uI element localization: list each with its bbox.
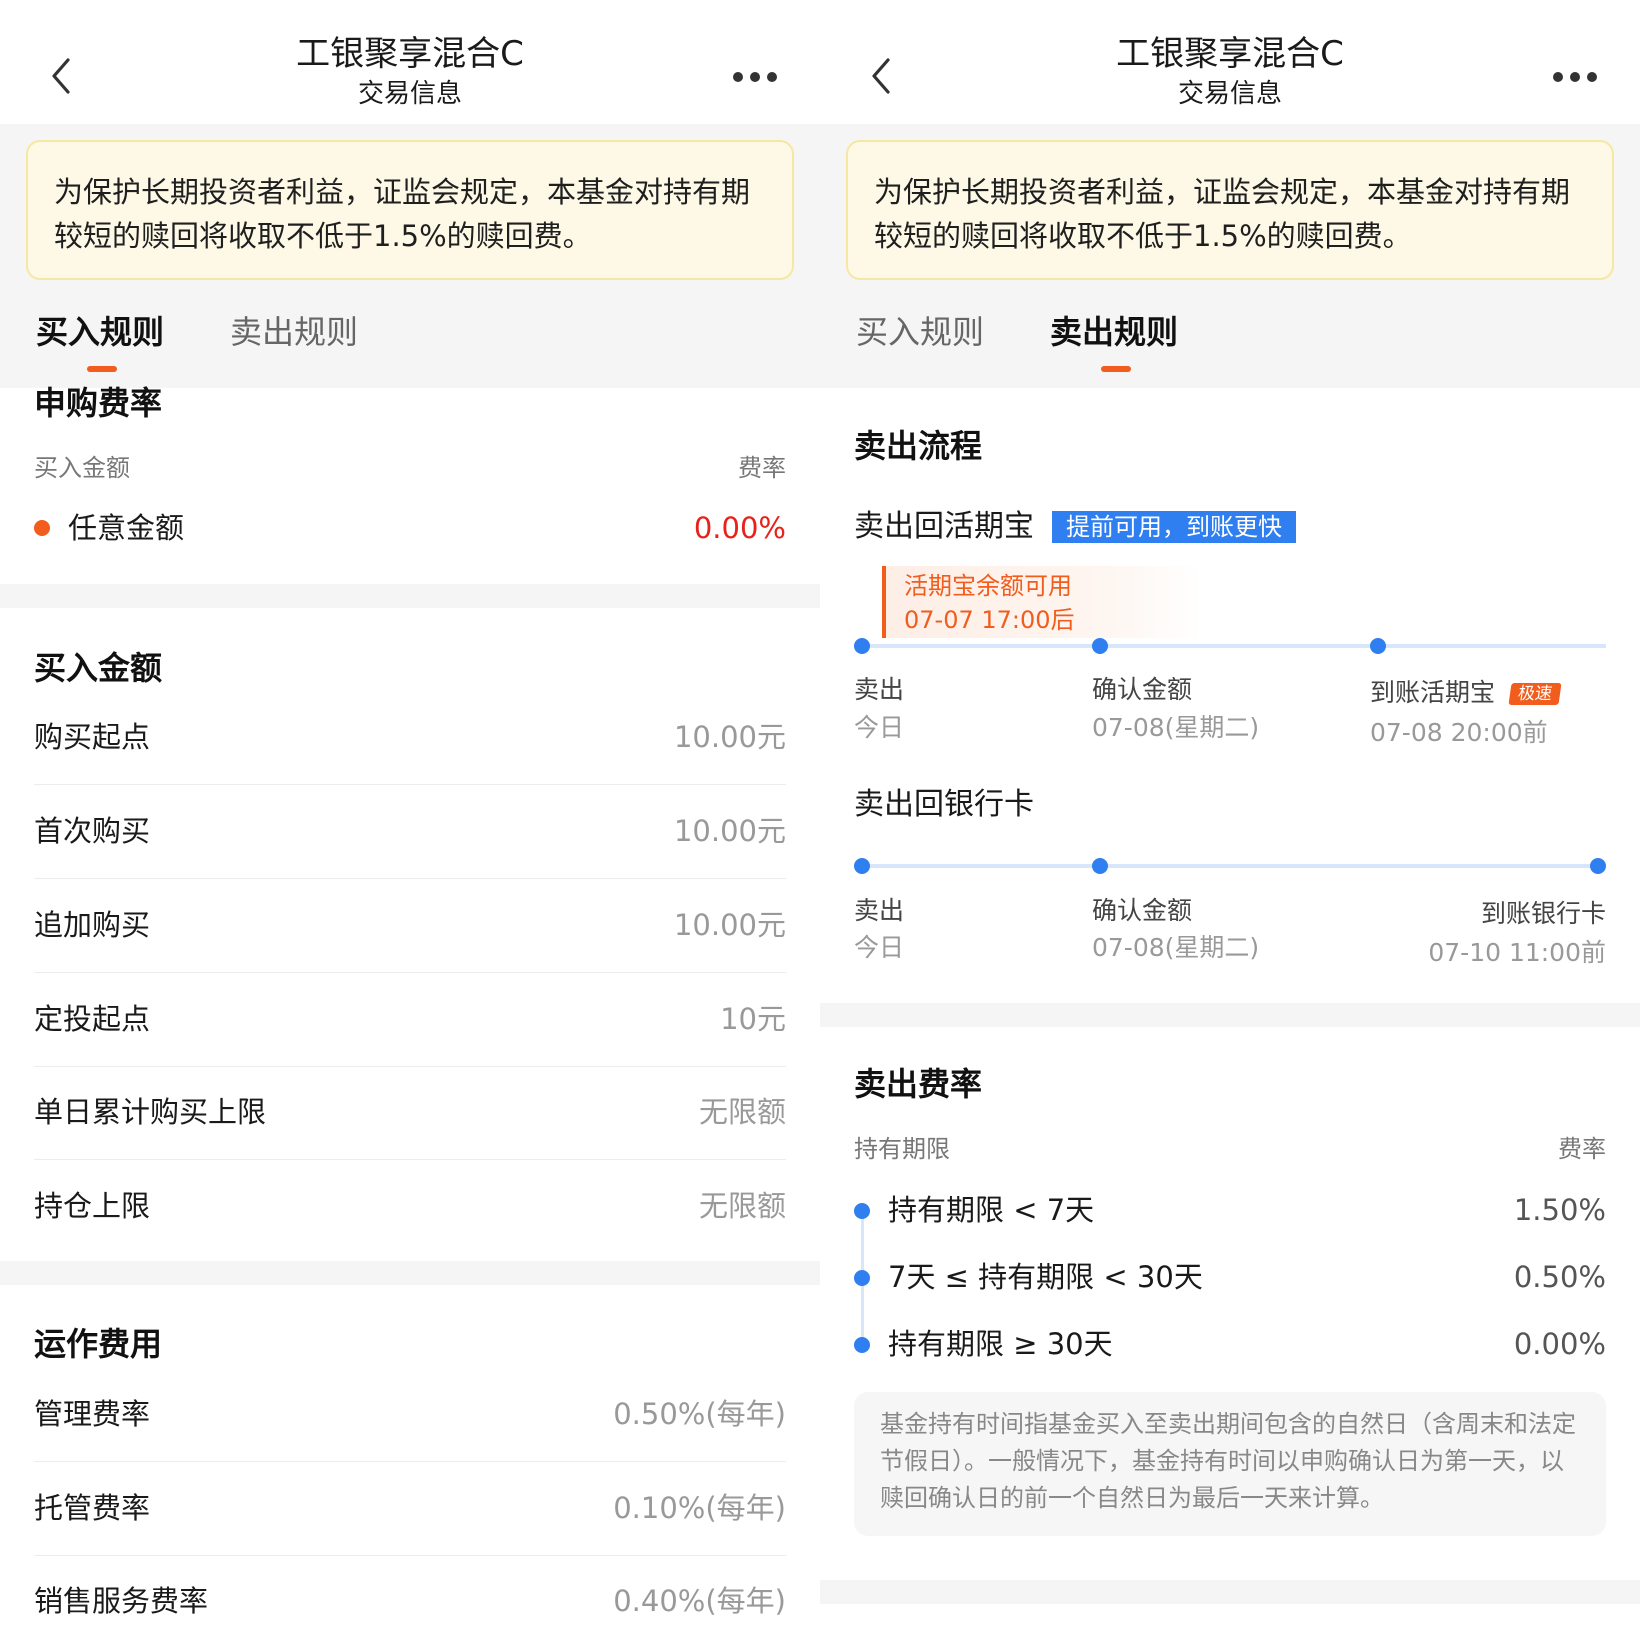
buy-amount-title: 买入金额 (34, 649, 163, 687)
fee-row-label-7to30: 7天 ≤ 持有期限 < 30天 (888, 1260, 1203, 1294)
row-divider (34, 784, 786, 785)
sell-process-title: 卖出流程 (854, 427, 983, 465)
row-value-auto-invest-min: 10元 (720, 1002, 786, 1036)
row-divider (34, 1159, 786, 1160)
redemption-notice: 为保护长期投资者利益，证监会规定，本基金对持有期较短的赎回将收取不低于1.5%的… (846, 140, 1614, 280)
row-divider (34, 1066, 786, 1067)
step-sub-arrive-bank: 07-10 11:00前 (1428, 938, 1606, 967)
col-fee-rate: 费率 (1558, 1135, 1606, 1163)
step-sub-confirm: 07-08(星期二) (1092, 933, 1260, 962)
step-dot-arrive (1590, 858, 1606, 874)
step-dot-confirm (1092, 858, 1108, 874)
step-dot-confirm (1092, 638, 1108, 654)
progress-track (862, 864, 1598, 868)
purchase-fee-title: 申购费率 (34, 384, 163, 422)
row-label-daily-limit: 单日累计购买上限 (34, 1095, 267, 1129)
step-sub-confirm: 07-08(星期二) (1092, 713, 1260, 742)
row-label-first-purchase: 首次购买 (34, 814, 151, 848)
row-value-custody-fee: 0.10%(每年) (613, 1491, 786, 1525)
section-divider (820, 1003, 1640, 1027)
row-value-additional-purchase: 10.00元 (673, 908, 786, 942)
row-label-additional-purchase: 追加购买 (34, 908, 151, 942)
fee-row-value: 0.00% (693, 511, 786, 545)
fee-row-value-gte30: 0.00% (1513, 1327, 1606, 1361)
page-subtitle: 交易信息 (357, 79, 462, 109)
tab-active-indicator (1101, 366, 1131, 372)
row-label-min-purchase: 购买起点 (34, 720, 151, 754)
step-dot-sell (854, 858, 870, 874)
to-bank-title: 卖出回银行卡 (854, 787, 1034, 822)
step-sub-sell: 今日 (854, 713, 905, 742)
nav-header: 工银聚享混合C 交易信息 (0, 0, 820, 124)
row-label-auto-invest-min: 定投起点 (34, 1002, 151, 1036)
holding-period-note: 基金持有时间指基金买入至卖出期间包含的自然日（含周末和法定节假日）。一般情况下，… (854, 1392, 1606, 1536)
row-value-sales-service-fee: 0.40%(每年) (613, 1584, 786, 1618)
step-label-arrive-bank: 到账银行卡 (1480, 899, 1606, 928)
fee-row-value-7to30: 0.50% (1513, 1260, 1606, 1294)
more-dots-icon[interactable] (732, 64, 778, 90)
col-buy-amount: 买入金额 (34, 454, 130, 482)
step-label-confirm: 确认金额 (1092, 675, 1193, 704)
buy-rules-screen: 工银聚享混合C 交易信息 为保护长期投资者利益，证监会规定，本基金对持有期较短的… (0, 0, 820, 1640)
nav-header: 工银聚享混合C 交易信息 (820, 0, 1640, 124)
callout-line-1: 活期宝余额可用 (904, 572, 1072, 600)
row-value-daily-limit: 无限额 (698, 1095, 786, 1129)
row-divider (34, 1555, 786, 1556)
tab-active-indicator (87, 366, 117, 372)
section-divider (820, 1580, 1640, 1604)
express-tag: 极速 (1508, 683, 1562, 705)
step-dot-arrive (1370, 638, 1386, 654)
row-divider (34, 878, 786, 879)
step-sub-sell: 今日 (854, 933, 905, 962)
tab-sell-rules[interactable]: 卖出规则 (230, 312, 358, 352)
section-divider (0, 584, 820, 608)
row-divider (34, 1461, 786, 1462)
row-value-management-fee: 0.50%(每年) (613, 1397, 786, 1431)
step-label-confirm: 确认金额 (1092, 896, 1193, 925)
operating-fees-title: 运作费用 (34, 1325, 163, 1363)
row-divider (34, 972, 786, 973)
tab-buy-rules[interactable]: 买入规则 (36, 312, 164, 352)
redemption-notice: 为保护长期投资者利益，证监会规定，本基金对持有期较短的赎回将收取不低于1.5%的… (26, 140, 794, 280)
step-dot-sell (854, 638, 870, 654)
fee-dot (854, 1270, 870, 1286)
row-value-first-purchase: 10.00元 (673, 814, 786, 848)
fee-dot (854, 1337, 870, 1353)
step-label-sell: 卖出 (854, 896, 905, 925)
sell-fee-title: 卖出费率 (854, 1065, 983, 1103)
page-title: 工银聚享混合C (1116, 34, 1344, 74)
fee-row-value-lt7: 1.50% (1513, 1193, 1606, 1227)
tab-buy-rules[interactable]: 买入规则 (856, 312, 984, 352)
row-label-custody-fee: 托管费率 (34, 1491, 151, 1525)
fee-row-label-lt7: 持有期限 < 7天 (888, 1193, 1095, 1227)
section-divider (0, 1261, 820, 1285)
fee-row-label: 任意金额 (68, 511, 185, 545)
step-label-sell: 卖出 (854, 675, 905, 704)
more-dots-icon[interactable] (1552, 64, 1598, 90)
col-fee-rate: 费率 (738, 454, 786, 482)
progress-track (862, 644, 1606, 648)
row-label-holding-limit: 持仓上限 (34, 1189, 151, 1223)
fast-arrival-badge: 提前可用，到账更快 (1052, 511, 1296, 543)
balance-available-callout: 活期宝余额可用 07-07 17:00后 (882, 566, 1202, 638)
row-label-management-fee: 管理费率 (34, 1397, 151, 1431)
page-subtitle: 交易信息 (1177, 79, 1282, 109)
fee-row-label-gte30: 持有期限 ≥ 30天 (888, 1327, 1113, 1361)
page-title: 工银聚享混合C (296, 34, 524, 74)
bullet-dot (34, 520, 50, 536)
fee-dot (854, 1203, 870, 1219)
to-huoqibao-title: 卖出回活期宝 (854, 509, 1034, 544)
col-holding-period: 持有期限 (854, 1135, 950, 1163)
row-value-holding-limit: 无限额 (698, 1189, 786, 1223)
row-label-sales-service-fee: 销售服务费率 (34, 1584, 209, 1618)
step-label-arrive-huoqibao: 到账活期宝 (1370, 678, 1496, 707)
step-sub-arrive-huoqibao: 07-08 20:00前 (1370, 718, 1548, 747)
row-value-min-purchase: 10.00元 (673, 720, 786, 754)
tab-sell-rules[interactable]: 卖出规则 (1050, 312, 1178, 352)
callout-line-2: 07-07 17:00后 (904, 606, 1075, 634)
